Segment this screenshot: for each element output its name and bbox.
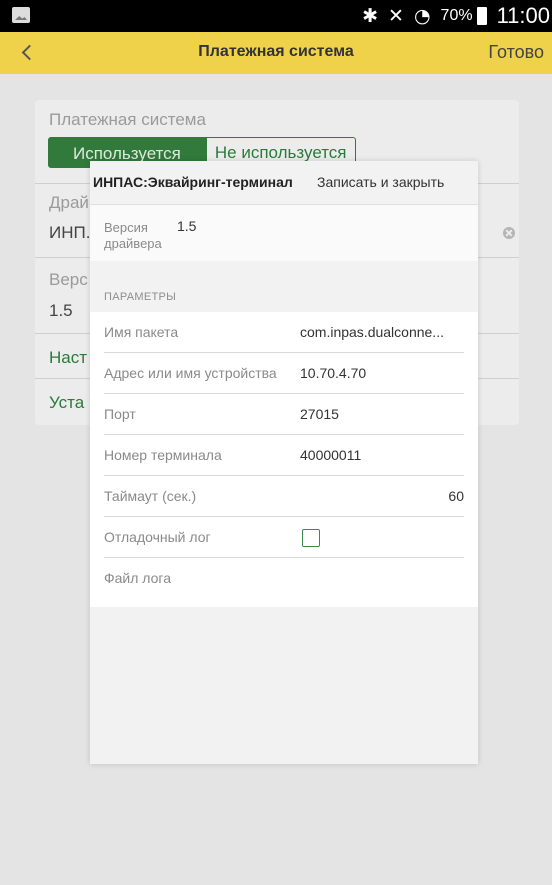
done-button[interactable]: Готово <box>488 42 544 63</box>
param-package-name[interactable]: Имя пакета com.inpas.dualconne... <box>90 312 478 353</box>
param-log-file[interactable]: Файл лога <box>90 558 478 599</box>
app-header: Платежная система Готово <box>0 32 552 74</box>
param-label: Отладочный лог <box>104 529 211 545</box>
driver-version-label: Версия драйвера <box>104 220 162 251</box>
driver-settings-dialog: ИНПАС:Эквайринг-терминал Записать и закр… <box>90 161 478 764</box>
params-list: Имя пакета com.inpas.dualconne... Адрес … <box>90 312 478 607</box>
param-label: Адрес или имя устройства <box>104 365 277 381</box>
wifi-icon: ◔ <box>413 5 431 27</box>
driver-field[interactable]: ИНП. <box>49 223 90 243</box>
param-timeout[interactable]: Таймаут (сек.) 60 <box>90 476 478 517</box>
payment-system-label: Платежная система <box>49 110 206 129</box>
dialog-header: ИНПАС:Эквайринг-терминал Записать и закр… <box>90 161 478 205</box>
driver-version-block: Версия драйвера 1.5 <box>90 205 478 261</box>
battery-percent: 70% <box>440 7 473 24</box>
clock: 11:00 <box>496 3 550 28</box>
param-label: Имя пакета <box>104 324 179 340</box>
param-debug-log[interactable]: Отладочный лог <box>90 517 478 558</box>
install-link[interactable]: Уста <box>49 393 84 413</box>
param-port[interactable]: Порт 27015 <box>90 394 478 435</box>
driver-label: Драй <box>49 193 89 212</box>
param-label: Порт <box>104 406 136 422</box>
device-address-field[interactable]: 10.70.4.70 <box>300 365 366 381</box>
dialog-title: ИНПАС:Эквайринг-терминал <box>93 174 293 190</box>
debug-log-checkbox[interactable] <box>302 529 320 547</box>
param-device-address[interactable]: Адрес или имя устройства 10.70.4.70 <box>90 353 478 394</box>
package-name-field[interactable]: com.inpas.dualconne... <box>300 324 444 340</box>
param-label: Таймаут (сек.) <box>104 488 197 504</box>
terminal-number-field[interactable]: 40000011 <box>300 447 361 463</box>
clear-icon[interactable] <box>503 227 515 239</box>
driver-version-value: 1.5 <box>177 218 197 234</box>
save-and-close-button[interactable]: Записать и закрыть <box>317 174 444 190</box>
gallery-notification-icon <box>12 7 30 23</box>
port-field[interactable]: 27015 <box>300 406 339 422</box>
status-bar: ✱ ✕ ◔ 70% 11:00 <box>0 0 552 32</box>
bluetooth-icon: ✱ <box>362 5 379 27</box>
page-title: Платежная система <box>198 43 354 60</box>
param-label: Номер терминала <box>104 447 222 463</box>
settings-link[interactable]: Наст <box>49 348 87 368</box>
timeout-field[interactable]: 60 <box>448 488 464 504</box>
params-section-title: ПАРАМЕТРЫ <box>104 291 177 303</box>
version-value: 1.5 <box>49 301 73 320</box>
mute-icon: ✕ <box>388 5 404 27</box>
param-terminal-number[interactable]: Номер терминала 40000011 <box>90 435 478 476</box>
battery-icon <box>476 7 487 25</box>
param-label: Файл лога <box>104 570 172 586</box>
version-label: Верс <box>49 270 88 289</box>
